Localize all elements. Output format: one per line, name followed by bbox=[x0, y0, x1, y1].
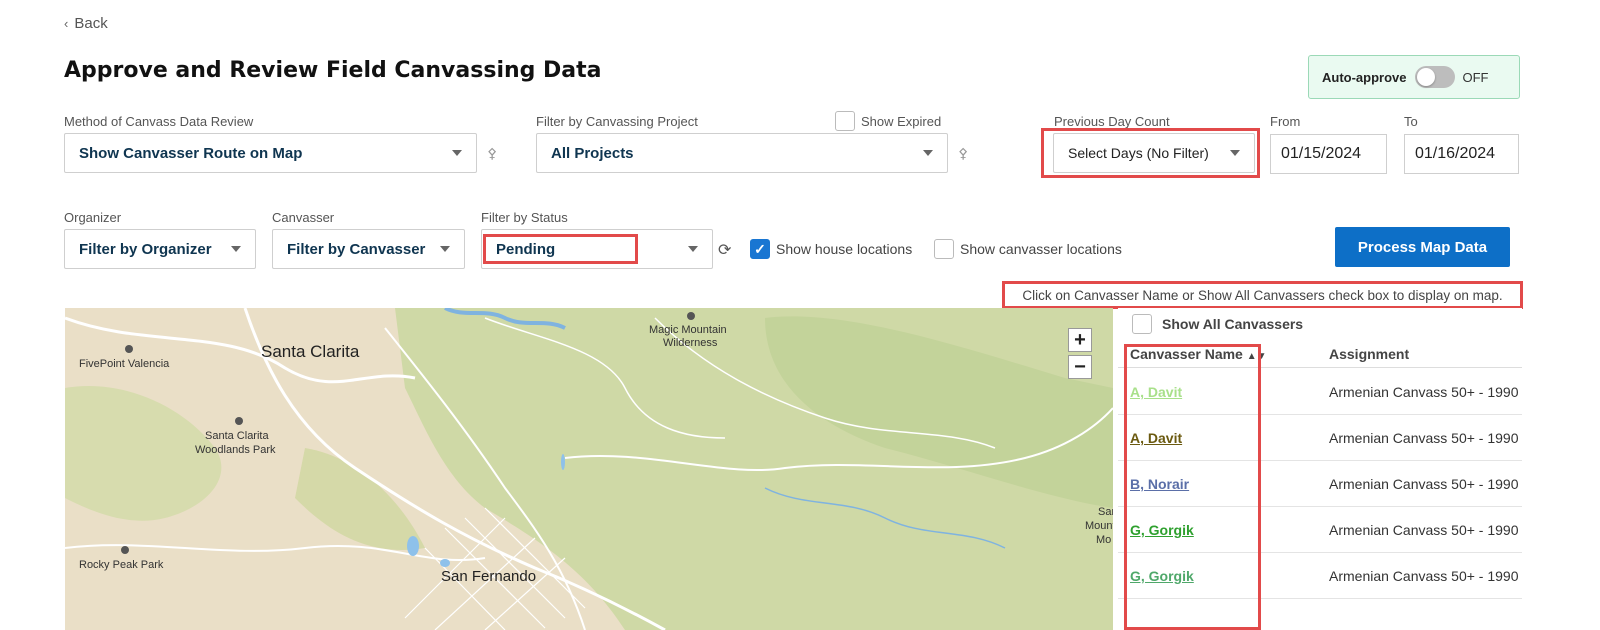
organizer-label: Organizer bbox=[64, 210, 122, 225]
map-label-edge-1: Sar bbox=[1098, 506, 1113, 518]
column-assignment: Assignment bbox=[1329, 346, 1410, 362]
canvasser-name-link[interactable]: A, Davit bbox=[1130, 430, 1182, 446]
column-canvasser-name-label: Canvasser Name bbox=[1130, 346, 1243, 362]
project-label: Filter by Canvassing Project bbox=[536, 114, 698, 129]
previous-day-label: Previous Day Count bbox=[1054, 114, 1170, 129]
show-canvasser-label: Show canvasser locations bbox=[960, 241, 1122, 257]
method-select[interactable]: Show Canvasser Route on Map bbox=[64, 133, 477, 173]
refresh-icon[interactable]: ⟳ bbox=[718, 240, 731, 260]
map-label-woodlands-1: Santa Clarita bbox=[205, 430, 269, 442]
canvasser-name-link[interactable]: G, Gorgik bbox=[1130, 568, 1194, 584]
map-label-edge-2: Mounta bbox=[1085, 520, 1113, 532]
map-label-rocky-peak: Rocky Peak Park bbox=[79, 559, 164, 571]
show-all-canvassers-label: Show All Canvassers bbox=[1162, 316, 1304, 332]
process-map-data-button[interactable]: Process Map Data bbox=[1335, 227, 1510, 267]
pin-icon[interactable]: ⚴ bbox=[487, 145, 497, 162]
status-value: Pending bbox=[496, 240, 556, 258]
auto-approve-label: Auto-approve bbox=[1322, 69, 1407, 85]
show-canvasser-checkbox[interactable] bbox=[934, 239, 954, 259]
show-all-canvassers-row[interactable]: Show All Canvassers bbox=[1132, 314, 1303, 334]
map-label-san-fernando: San Fernando bbox=[441, 568, 537, 585]
canvasser-name-link[interactable]: G, Gorgik bbox=[1130, 522, 1194, 538]
canvasser-panel: Show All Canvassers Canvasser Name ▲▼ As… bbox=[1118, 308, 1522, 630]
table-row: A, Davit Armenian Canvass 50+ - 1990 bbox=[1118, 369, 1522, 415]
assignment-cell: Armenian Canvass 50+ - 1990 bbox=[1329, 568, 1519, 584]
chevron-left-icon: ‹ bbox=[64, 16, 69, 31]
show-all-canvassers-checkbox[interactable] bbox=[1132, 314, 1152, 334]
canvasser-label: Canvasser bbox=[272, 210, 335, 225]
show-expired-label: Show Expired bbox=[861, 113, 942, 129]
pin-icon[interactable]: ⚴ bbox=[958, 145, 968, 162]
previous-day-value: Select Days (No Filter) bbox=[1068, 145, 1209, 161]
show-house-row[interactable]: ✓ Show house locations bbox=[750, 239, 912, 259]
to-label: To bbox=[1404, 114, 1418, 129]
chevron-down-icon bbox=[231, 246, 241, 252]
map-label-santa-clarita: Santa Clarita bbox=[261, 342, 360, 361]
map-graphic bbox=[65, 308, 1113, 630]
sort-icon[interactable]: ▲▼ bbox=[1247, 351, 1267, 362]
project-value: All Projects bbox=[551, 144, 634, 162]
map-label-fivepoint: FivePoint Valencia bbox=[79, 358, 170, 370]
show-house-label: Show house locations bbox=[776, 241, 913, 257]
canvasser-table-header: Canvasser Name ▲▼ Assignment bbox=[1118, 342, 1522, 368]
method-value: Show Canvasser Route on Map bbox=[79, 144, 303, 162]
back-link[interactable]: ‹ Back bbox=[64, 15, 108, 32]
show-expired-checkbox-row[interactable]: Show Expired bbox=[835, 111, 941, 131]
assignment-cell: Armenian Canvass 50+ - 1990 bbox=[1329, 522, 1519, 538]
status-label: Filter by Status bbox=[481, 210, 568, 225]
back-label: Back bbox=[74, 15, 108, 32]
column-canvasser-name[interactable]: Canvasser Name ▲▼ bbox=[1130, 346, 1267, 362]
show-house-checkbox[interactable]: ✓ bbox=[750, 239, 770, 259]
map-hint: Click on Canvasser Name or Show All Canv… bbox=[1002, 281, 1523, 309]
canvasser-select[interactable]: Filter by Canvasser bbox=[272, 229, 465, 269]
show-canvasser-row[interactable]: Show canvasser locations bbox=[934, 239, 1122, 259]
previous-day-select[interactable]: Select Days (No Filter) bbox=[1053, 133, 1255, 173]
map-label-magic-2: Wilderness bbox=[663, 337, 718, 349]
method-label: Method of Canvass Data Review bbox=[64, 114, 254, 129]
auto-approve-state: OFF bbox=[1462, 69, 1489, 85]
canvasser-value: Filter by Canvasser bbox=[287, 240, 426, 258]
project-select[interactable]: All Projects bbox=[536, 133, 948, 173]
canvasser-name-link[interactable]: A, Davit bbox=[1130, 384, 1182, 400]
show-expired-checkbox[interactable] bbox=[835, 111, 855, 131]
chevron-down-icon bbox=[440, 246, 450, 252]
auto-approve-toggle[interactable] bbox=[1414, 66, 1455, 88]
assignment-cell: Armenian Canvass 50+ - 1990 bbox=[1329, 430, 1519, 446]
map-label-edge-3: Mo bbox=[1096, 534, 1112, 546]
chevron-down-icon bbox=[923, 150, 933, 156]
assignment-cell: Armenian Canvass 50+ - 1990 bbox=[1329, 476, 1519, 492]
status-select[interactable]: Pending bbox=[481, 229, 713, 269]
organizer-value: Filter by Organizer bbox=[79, 240, 212, 258]
map[interactable]: Santa Clarita FivePoint Valencia Santa C… bbox=[65, 308, 1113, 630]
auto-approve-panel: Auto-approve OFF bbox=[1308, 55, 1520, 99]
from-date-input[interactable]: 01/15/2024 bbox=[1270, 134, 1387, 174]
table-row: A, Davit Armenian Canvass 50+ - 1990 bbox=[1118, 415, 1522, 461]
toggle-knob bbox=[1416, 68, 1435, 86]
page-title: Approve and Review Field Canvassing Data bbox=[64, 58, 602, 83]
canvasser-name-link[interactable]: B, Norair bbox=[1130, 476, 1189, 492]
table-row: G, Gorgik Armenian Canvass 50+ - 1990 bbox=[1118, 553, 1522, 599]
chevron-down-icon bbox=[452, 150, 462, 156]
zoom-out-button[interactable]: − bbox=[1068, 355, 1092, 379]
table-row: B, Norair Armenian Canvass 50+ - 1990 bbox=[1118, 461, 1522, 507]
table-row: G, Gorgik Armenian Canvass 50+ - 1990 bbox=[1118, 507, 1522, 553]
map-label-magic-1: Magic Mountain bbox=[649, 324, 727, 336]
map-label-woodlands-2: Woodlands Park bbox=[195, 444, 276, 456]
organizer-select[interactable]: Filter by Organizer bbox=[64, 229, 256, 269]
assignment-cell: Armenian Canvass 50+ - 1990 bbox=[1329, 384, 1519, 400]
chevron-down-icon bbox=[1230, 150, 1240, 156]
to-date-input[interactable]: 01/16/2024 bbox=[1404, 134, 1519, 174]
from-label: From bbox=[1270, 114, 1301, 129]
chevron-down-icon bbox=[688, 246, 698, 252]
zoom-in-button[interactable]: + bbox=[1068, 328, 1092, 352]
